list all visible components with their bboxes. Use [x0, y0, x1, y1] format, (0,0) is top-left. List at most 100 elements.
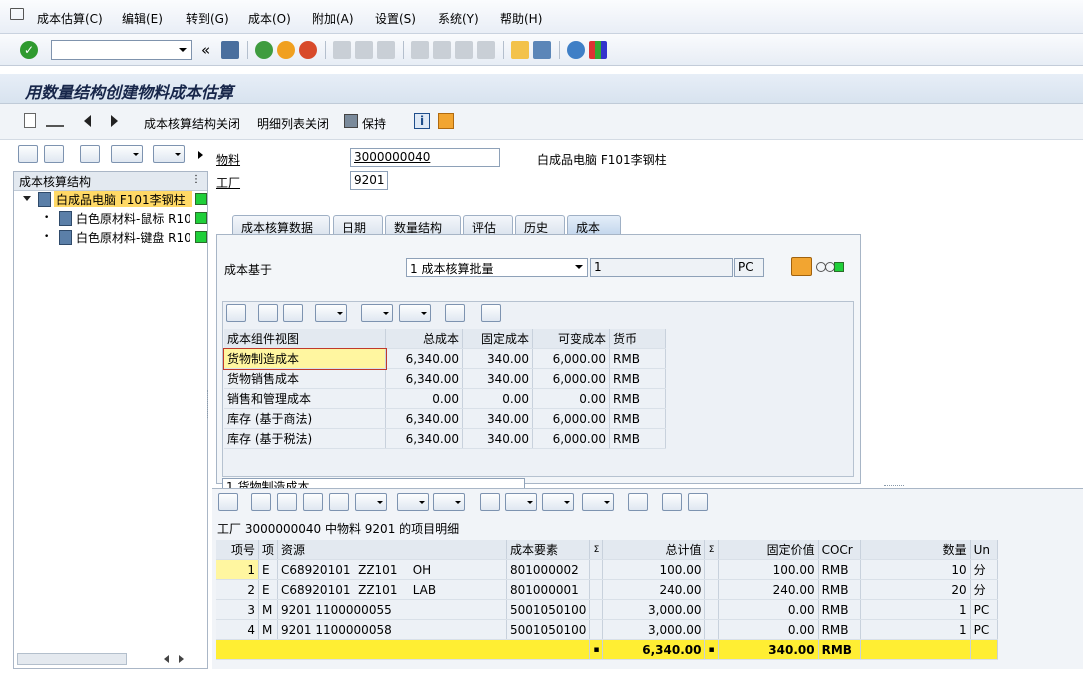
menu-cost-estimate[interactable]: 成本估算(C) — [37, 10, 103, 27]
table-cell[interactable]: 5001050100 — [506, 619, 591, 640]
table-cell[interactable]: E — [258, 579, 279, 600]
table-cell[interactable]: 3 — [216, 599, 259, 620]
find-icon[interactable] — [355, 41, 373, 59]
menu-edit[interactable]: 编辑(E) — [122, 10, 163, 27]
table-cell[interactable]: 货物制造成本 — [223, 347, 387, 370]
table-cell[interactable]: RMB — [818, 599, 861, 620]
table-cell[interactable]: 100.00 — [718, 559, 819, 580]
table-cell[interactable]: 9201 1100000058 — [277, 619, 508, 640]
scroll-right-icon[interactable] — [179, 655, 184, 663]
tree-item-root[interactable]: 白成品电脑 F101李钢柱 — [14, 190, 207, 208]
table-cell[interactable]: 0.00 — [718, 599, 819, 620]
table-cell[interactable]: 分 — [970, 559, 998, 580]
chevron-down-icon[interactable] — [179, 48, 187, 56]
column-header[interactable]: 项 — [258, 540, 279, 560]
sum-icon[interactable]: Σ — [704, 540, 719, 560]
table-cell[interactable]: RMB — [818, 579, 861, 600]
table-cell[interactable]: PC — [970, 619, 998, 640]
print-dropdown-icon[interactable] — [111, 145, 143, 163]
find-next-icon[interactable] — [283, 304, 303, 322]
views-dropdown-icon[interactable] — [505, 493, 537, 511]
chevron-down-icon[interactable] — [575, 265, 583, 273]
first-page-icon[interactable] — [411, 41, 429, 59]
layout-dropdown-icon[interactable] — [399, 304, 431, 322]
table-cell[interactable]: 分 — [970, 579, 998, 600]
table-row[interactable]: 1 E C68920101 ZZ101 OH 801000002 100.00 … — [216, 559, 998, 580]
column-header[interactable]: 资源 — [277, 540, 508, 560]
table-cell[interactable]: 801000002 — [506, 559, 591, 580]
info-icon[interactable] — [481, 304, 501, 322]
table-cell[interactable]: 3,000.00 — [602, 619, 706, 640]
table-cell[interactable]: M — [258, 599, 279, 620]
menu-help[interactable]: 帮助(H) — [500, 10, 542, 27]
back-icon[interactable] — [255, 41, 273, 59]
menu-extras[interactable]: 附加(A) — [312, 10, 354, 27]
details-icon[interactable] — [226, 304, 246, 322]
collapse-all-icon[interactable] — [44, 145, 64, 163]
table-cell[interactable]: E — [258, 559, 279, 580]
find-next-icon[interactable] — [377, 41, 395, 59]
tab-costs[interactable]: 成本 — [567, 215, 621, 235]
column-header[interactable]: COCr — [818, 540, 861, 560]
table-row[interactable]: 库存 (基于商法) 6,340.00 340.00 6,000.00 RMB — [224, 408, 666, 429]
table-cell[interactable]: 库存 (基于商法) — [224, 408, 386, 429]
tab-history[interactable]: 历史 — [515, 215, 565, 235]
info-icon[interactable]: i — [414, 113, 430, 129]
command-field[interactable] — [51, 40, 192, 60]
next-page-icon[interactable] — [455, 41, 473, 59]
cost-base-select[interactable]: 1 成本核算批量 — [406, 258, 588, 277]
print-icon[interactable] — [333, 41, 351, 59]
keep-button[interactable]: 保持 — [362, 115, 386, 132]
table-cell[interactable]: 801000001 — [506, 579, 591, 600]
layout-dropdown-icon[interactable] — [153, 145, 185, 163]
table-cell[interactable]: 销售和管理成本 — [224, 388, 386, 409]
scroll-right-icon[interactable] — [198, 151, 203, 159]
subtotal-dropdown-icon[interactable] — [433, 493, 465, 511]
sum-icon[interactable]: Σ — [589, 540, 604, 560]
column-header[interactable]: 成本组件视图 — [224, 329, 386, 349]
table-cell[interactable]: 10 — [860, 559, 971, 580]
table-row[interactable]: 2 E C68920101 ZZ101 LAB 801000001 240.00… — [216, 579, 998, 600]
table-cell[interactable]: 货物销售成本 — [224, 368, 386, 389]
column-header[interactable]: Un — [970, 540, 998, 560]
previous-icon[interactable] — [84, 115, 91, 127]
calculator-icon[interactable] — [688, 493, 708, 511]
save-icon[interactable] — [221, 41, 239, 59]
cancel-icon[interactable] — [299, 41, 317, 59]
print-icon[interactable] — [480, 493, 500, 511]
table-cell[interactable]: 240.00 — [718, 579, 819, 600]
horizontal-scrollbar[interactable] — [17, 653, 127, 665]
column-header[interactable]: 成本要素 — [506, 540, 591, 560]
expand-all-icon[interactable] — [18, 145, 38, 163]
material-field[interactable]: 3000000040 — [350, 148, 500, 167]
messages-icon[interactable] — [438, 113, 454, 129]
new-document-icon[interactable] — [24, 113, 36, 128]
table-row[interactable]: 货物销售成本 6,340.00 340.00 6,000.00 RMB — [224, 368, 666, 389]
find-icon[interactable] — [258, 304, 278, 322]
layout-dropdown-icon[interactable] — [582, 493, 614, 511]
close-cost-structure-button[interactable]: 成本核算结构关闭 — [144, 115, 240, 132]
table-cell[interactable]: 9201 1100000055 — [277, 599, 508, 620]
table-cell[interactable]: RMB — [818, 619, 861, 640]
filter-dropdown-icon[interactable] — [355, 493, 387, 511]
tab-dates[interactable]: 日期 — [333, 215, 383, 235]
collapse-toolbar-button[interactable]: « — [201, 41, 210, 59]
table-cell[interactable]: C68920101 ZZ101 OH — [277, 559, 508, 580]
exit-icon[interactable] — [277, 41, 295, 59]
collapse-triangle-icon[interactable] — [23, 196, 31, 205]
sum-dropdown-icon[interactable] — [315, 304, 347, 322]
info-icon[interactable] — [662, 493, 682, 511]
find-next-icon[interactable] — [329, 493, 349, 511]
tree-item-child[interactable]: • 白色原材料-鼠标 R10 — [14, 209, 207, 227]
menu-system[interactable]: 系统(Y) — [438, 10, 479, 27]
table-cell[interactable]: 1 — [216, 559, 259, 580]
table-row[interactable]: 4 M 9201 1100000058 5001050100 3,000.00 … — [216, 619, 998, 640]
column-header[interactable]: 总成本 — [385, 329, 463, 349]
graphic-icon[interactable] — [445, 304, 465, 322]
component-view-select[interactable]: 1 货物制造成本 — [222, 478, 525, 488]
table-cell[interactable]: 4 — [216, 619, 259, 640]
export-dropdown-icon[interactable] — [542, 493, 574, 511]
splitter-handle-horizontal[interactable] — [884, 485, 904, 487]
table-cell[interactable]: 5001050100 — [506, 599, 591, 620]
total-row[interactable]: ▪ 6,340.00 ▪ 340.00 RMB — [216, 639, 998, 660]
